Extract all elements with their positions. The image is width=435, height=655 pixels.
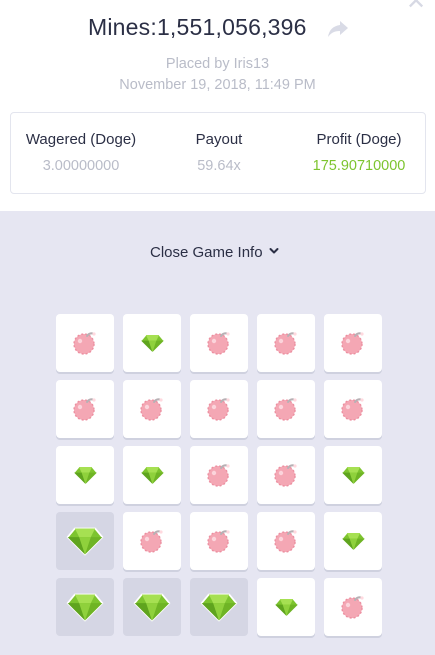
payout-label: Payout (195, 131, 243, 148)
mines-tile[interactable] (324, 380, 382, 438)
mines-tile[interactable] (190, 314, 248, 372)
game-info-header: ✕ Mines:1,551,056,396 Placed by Iris13 N… (0, 0, 435, 211)
mines-tile[interactable] (190, 578, 248, 636)
mine-icon (207, 530, 230, 553)
mines-tile[interactable] (56, 314, 114, 372)
close-game-info-label: Close Game Info (150, 244, 263, 261)
mine-icon (140, 530, 163, 553)
mines-tile[interactable] (324, 446, 382, 504)
bet-timestamp: November 19, 2018, 11:49 PM (119, 77, 316, 93)
mines-tile[interactable] (123, 380, 181, 438)
mines-tile[interactable] (190, 512, 248, 570)
mines-tile[interactable] (56, 446, 114, 504)
mines-tile[interactable] (190, 446, 248, 504)
mines-tile[interactable] (257, 512, 315, 570)
mines-tile[interactable] (123, 512, 181, 570)
mines-tile[interactable] (324, 578, 382, 636)
mines-tile[interactable] (257, 446, 315, 504)
mines-tile[interactable] (324, 314, 382, 372)
mines-tile[interactable] (56, 578, 114, 636)
gem-icon (200, 593, 238, 621)
mines-tile[interactable] (257, 578, 315, 636)
close-game-info-button[interactable]: Close Game Info (150, 244, 279, 264)
bet-stats-card: Wagered (Doge) 3.00000000 Payout 59.64x … (10, 112, 426, 194)
wagered-value: 3.00000000 (42, 158, 120, 174)
game-info-panel: Close Game Info (0, 211, 435, 655)
gem-icon (140, 333, 164, 353)
mines-tile[interactable] (190, 380, 248, 438)
mine-icon (274, 530, 297, 553)
mines-tile[interactable] (257, 314, 315, 372)
mines-tile[interactable] (56, 512, 114, 570)
mine-icon (73, 398, 96, 421)
mine-icon (274, 398, 297, 421)
mine-icon (341, 596, 364, 619)
mines-tile[interactable] (56, 380, 114, 438)
wagered-stat: Wagered (Doge) 3.00000000 (21, 131, 141, 174)
gem-icon (66, 593, 104, 621)
mine-icon (73, 332, 96, 355)
gem-icon (341, 531, 365, 551)
mine-icon (341, 332, 364, 355)
mine-icon (207, 332, 230, 355)
mines-tile[interactable] (123, 578, 181, 636)
gem-icon (274, 597, 298, 617)
mines-tile[interactable] (324, 512, 382, 570)
gem-icon (140, 465, 164, 485)
mines-tile[interactable] (257, 380, 315, 438)
share-icon[interactable] (326, 18, 350, 40)
profit-value: 175.90710000 (312, 158, 406, 174)
placed-by-text: Placed by Iris13 (165, 56, 270, 72)
mine-icon (341, 398, 364, 421)
gem-icon (341, 465, 365, 485)
payout-stat: Payout 59.64x (175, 131, 263, 174)
profit-label: Profit (Doge) (316, 131, 402, 148)
mines-tile[interactable] (123, 314, 181, 372)
close-icon[interactable]: ✕ (403, 0, 429, 10)
mine-icon (274, 332, 297, 355)
mine-icon (140, 398, 163, 421)
gem-icon (66, 527, 104, 555)
wagered-label: Wagered (Doge) (25, 131, 137, 148)
chevron-down-icon (269, 248, 279, 254)
mine-icon (207, 464, 230, 487)
title-row: Mines:1,551,056,396 (0, 12, 435, 46)
profit-stat: Profit (Doge) 175.90710000 (299, 131, 419, 174)
mine-icon (274, 464, 297, 487)
mines-tile[interactable] (123, 446, 181, 504)
bet-title: Mines:1,551,056,396 (88, 14, 307, 40)
gem-icon (133, 593, 171, 621)
mine-icon (207, 398, 230, 421)
mines-board (56, 314, 382, 645)
payout-value: 59.64x (197, 158, 241, 174)
gem-icon (73, 465, 97, 485)
